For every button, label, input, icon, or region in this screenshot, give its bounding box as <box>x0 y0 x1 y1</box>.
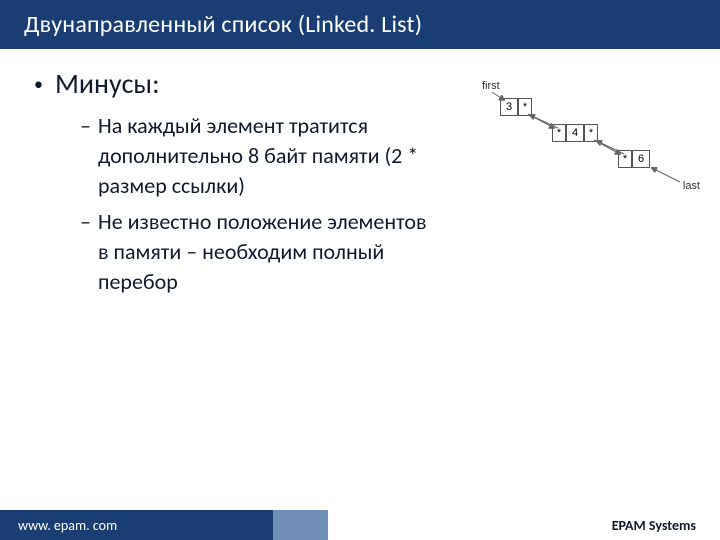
bullet-text: Минусы: <box>55 67 160 101</box>
arrows <box>472 80 702 220</box>
sub-item: На каждый элемент тратится дополнительно… <box>80 111 440 201</box>
sub-item-text: На каждый элемент тратится дополнительно… <box>98 112 418 199</box>
footer: www. epam. com EPAM Systems <box>0 510 720 540</box>
title-text: Двунаправленный список (Linked. List) <box>24 10 422 39</box>
footer-brand: EPAM Systems <box>328 510 720 540</box>
sub-item-text: Не известно положение элементов в памяти… <box>98 208 427 295</box>
footer-brand-text: EPAM Systems <box>612 517 696 534</box>
footer-url-text: www. epam. com <box>18 517 117 534</box>
footer-url: www. epam. com <box>0 510 273 540</box>
linked-list-diagram: first last 3 * * 4 * * 6 <box>472 80 702 220</box>
sub-item: Не известно положение элементов в памяти… <box>80 207 440 297</box>
bullet-marker: • <box>34 67 43 101</box>
footer-divider <box>273 510 328 540</box>
sub-list: На каждый элемент тратится дополнительно… <box>80 111 440 297</box>
slide-title: Двунаправленный список (Linked. List) <box>0 0 720 49</box>
